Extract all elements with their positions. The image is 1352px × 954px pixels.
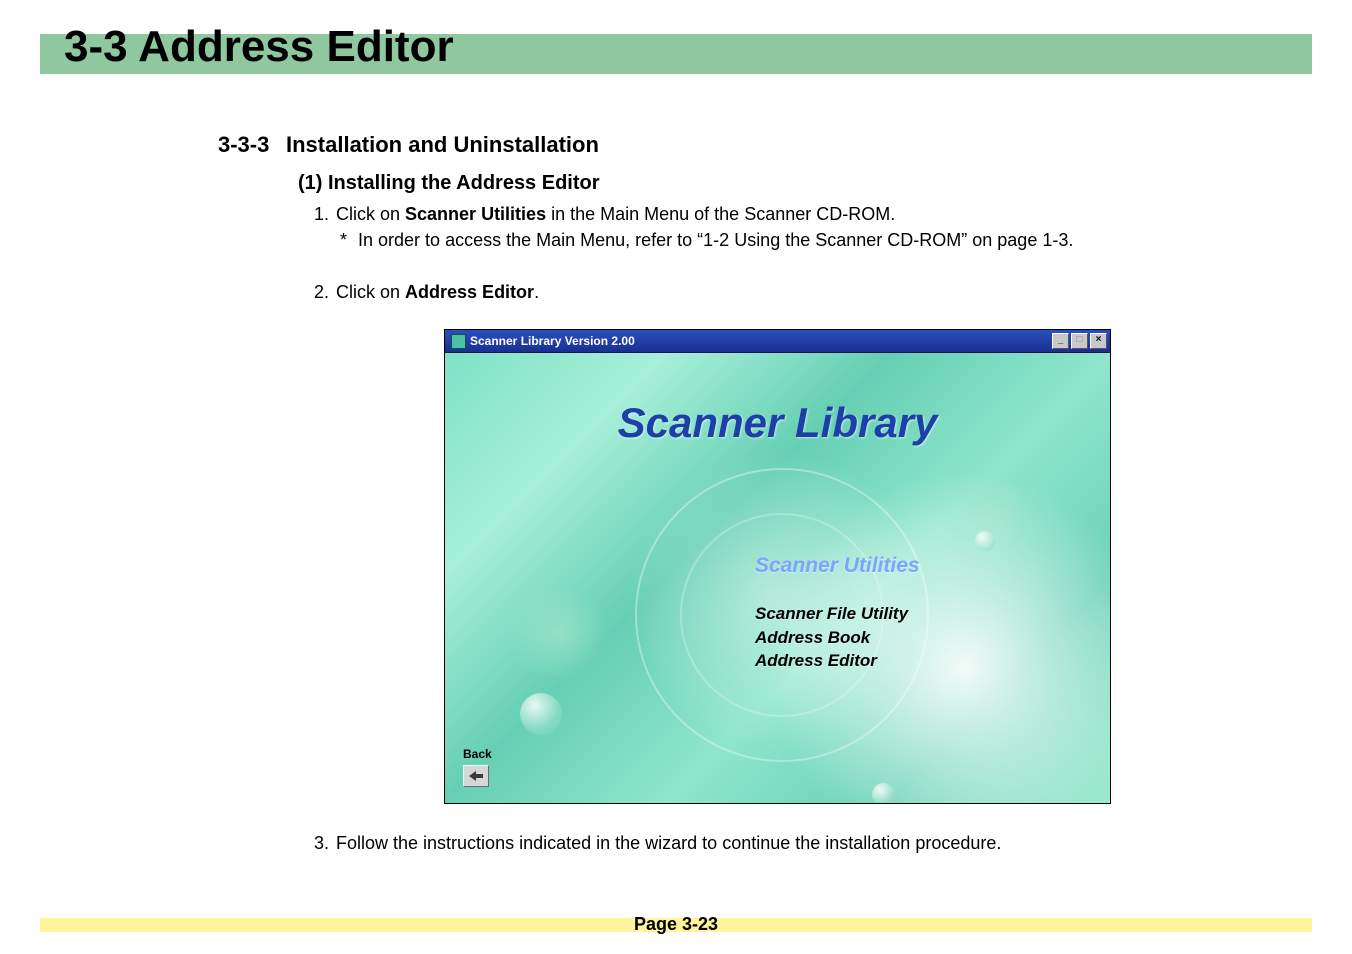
step-1: 1. Click on Scanner Utilities in the Mai…: [314, 201, 1272, 253]
text-fragment: Click on: [336, 282, 405, 302]
text-fragment: Click on: [336, 204, 405, 224]
decorative-bubble: [520, 693, 562, 735]
step-text: Follow the instructions indicated in the…: [336, 830, 1001, 856]
page-footer: Page 3-23: [40, 918, 1312, 932]
instruction-list: 1. Click on Scanner Utilities in the Mai…: [314, 201, 1272, 856]
app-title: Scanner Library: [445, 393, 1110, 454]
app-icon: [451, 334, 466, 349]
step-number: 3.: [314, 830, 336, 856]
menu-item-address-book[interactable]: Address Book: [755, 626, 920, 650]
window-controls: _ □ ×: [1052, 333, 1107, 349]
subsection-number: 3-3-3: [218, 132, 286, 158]
window-title-bar[interactable]: Scanner Library Version 2.00 _ □ ×: [445, 330, 1110, 353]
page-number: Page 3-23: [40, 914, 1312, 935]
content-area: 3-3-3Installation and Uninstallation (1)…: [218, 132, 1272, 856]
step-note: * In order to access the Main Menu, refe…: [340, 227, 1272, 253]
text-fragment: in the Main Menu of the Scanner CD-ROM.: [546, 204, 895, 224]
decorative-bubble: [975, 531, 995, 551]
bold-term: Address Editor: [405, 282, 534, 302]
footer-bar: Page 3-23: [40, 918, 1312, 932]
menu-item-scanner-file-utility[interactable]: Scanner File Utility: [755, 602, 920, 626]
subsection-title: Installation and Uninstallation: [286, 132, 599, 157]
subsection-heading: 3-3-3Installation and Uninstallation: [218, 132, 1272, 158]
scanner-library-window: Scanner Library Version 2.00 _ □ ×: [444, 329, 1111, 804]
back-arrow-icon: [469, 771, 483, 781]
sub-subsection-title: (1) Installing the Address Editor: [298, 172, 1272, 195]
minimize-button[interactable]: _: [1052, 333, 1069, 349]
back-control: Back: [463, 746, 492, 787]
utilities-menu: Scanner Utilities Scanner File Utility A…: [755, 551, 920, 673]
step-2: 2. Click on Address Editor. Scanner Libr…: [314, 279, 1272, 804]
step-text: Click on Scanner Utilities in the Main M…: [336, 201, 895, 227]
maximize-button[interactable]: □: [1071, 333, 1088, 349]
menu-heading[interactable]: Scanner Utilities: [755, 551, 920, 581]
bold-term: Scanner Utilities: [405, 204, 546, 224]
step-text: Click on Address Editor.: [336, 279, 539, 305]
note-text: In order to access the Main Menu, refer …: [353, 230, 1073, 250]
decorative-bubble: [872, 783, 895, 803]
asterisk: *: [340, 230, 353, 250]
window-title-text: Scanner Library Version 2.00: [470, 333, 635, 350]
close-button[interactable]: ×: [1090, 333, 1107, 349]
step-3: 3. Follow the instructions indicated in …: [314, 830, 1272, 856]
menu-item-address-editor[interactable]: Address Editor: [755, 649, 920, 673]
step-number: 2.: [314, 279, 336, 305]
section-header: 3-3 Address Editor: [40, 34, 1312, 74]
text-fragment: .: [534, 282, 539, 302]
back-label: Back: [463, 746, 492, 763]
section-title: 3-3 Address Editor: [64, 22, 454, 72]
back-button[interactable]: [463, 765, 489, 787]
window-body: Scanner Library Scanner Utilities Scanne…: [445, 353, 1110, 803]
step-number: 1.: [314, 201, 336, 227]
